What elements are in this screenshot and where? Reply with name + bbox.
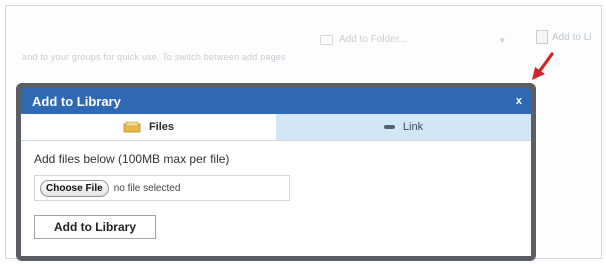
background-toolbar: Add to Folder... ▾ Add to Li and to your… xyxy=(8,10,600,62)
modal-header: Add to Library x xyxy=(21,88,531,114)
chevron-down-icon: ▾ xyxy=(500,35,505,45)
modal-title: Add to Library xyxy=(32,93,121,109)
add-to-library-link-label: Add to Li xyxy=(552,31,592,43)
upload-help-text: Add files below (100MB max per file) xyxy=(34,152,230,166)
modal-tabs: Files Link xyxy=(21,114,531,141)
tab-files-label: Files xyxy=(148,121,175,133)
folder-icon xyxy=(320,34,333,45)
add-to-library-link[interactable]: Add to Li xyxy=(536,30,591,44)
add-to-folder-label: Add to Folder... xyxy=(339,34,407,45)
folder-icon xyxy=(123,121,141,133)
link-icon xyxy=(383,125,395,129)
modal-body: Files Link Add files below (100MB max pe… xyxy=(21,114,531,256)
add-to-folder-select[interactable]: Add to Folder... xyxy=(320,34,407,45)
close-icon[interactable]: x xyxy=(516,95,522,107)
file-input[interactable]: Choose File no file selected xyxy=(34,175,290,201)
red-arrow-annotation xyxy=(532,52,554,80)
tab-link[interactable]: Link xyxy=(276,114,531,140)
add-to-library-button[interactable]: Add to Library xyxy=(34,215,156,239)
tab-files[interactable]: Files xyxy=(21,114,276,140)
background-description: and to your groups for quick use. To swi… xyxy=(22,52,286,62)
file-status-text: no file selected xyxy=(113,182,181,194)
choose-file-button[interactable]: Choose File xyxy=(40,179,109,197)
document-icon xyxy=(536,30,548,44)
add-to-library-modal: Add to Library x Files Link Add files be… xyxy=(16,83,536,261)
tab-link-label: Link xyxy=(402,121,424,133)
